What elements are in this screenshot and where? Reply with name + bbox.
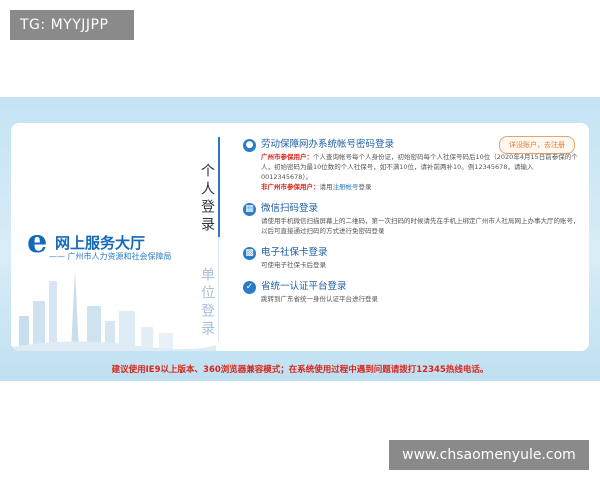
option-desc: 非广州市参保用户：请用注册帐号登录: [261, 182, 583, 192]
desc-label: 非广州市参保用户：: [261, 183, 320, 191]
active-tab-indicator: [218, 137, 220, 237]
card-icon: ▩: [243, 247, 256, 260]
option-province-login[interactable]: ✓ 省统一认证平台登录 跳转到广东省统一身份认证平台进行登录: [243, 280, 583, 304]
option-title[interactable]: 劳动保障网办系统帐号密码登录: [261, 138, 583, 152]
site-logo: e 网上服务大厅 —— 广州市人力资源和社会保障局: [27, 225, 207, 264]
option-ecard-login[interactable]: ▩ 电子社保卡登录 可使电子社保卡后登录: [243, 246, 583, 270]
option-wechat-login[interactable]: ▦ 微信扫码登录 请使用手机微信扫描屏幕上的二维码，第一次扫码的时候请先在手机上…: [243, 202, 583, 236]
telegram-badge: TG: MYYJJPP: [10, 10, 134, 40]
option-title[interactable]: 微信扫码登录: [261, 202, 583, 216]
desc-label: 广州市参保用户：: [261, 153, 313, 161]
login-options: ● 劳动保障网办系统帐号密码登录 广州市参保用户：个人查询帐号每个人身份证，初始…: [243, 138, 583, 304]
option-title[interactable]: 电子社保卡登录: [261, 246, 583, 260]
login-card: e 网上服务大厅 —— 广州市人力资源和社会保障局 个人登录 单位登录 详没账户…: [11, 123, 589, 351]
site-subtitle: —— 广州市人力资源和社会保障局: [49, 252, 172, 261]
register-link[interactable]: 注册帐号: [333, 183, 359, 191]
option-password-login[interactable]: ● 劳动保障网办系统帐号密码登录 广州市参保用户：个人查询帐号每个人身份证，初始…: [243, 138, 583, 192]
qrcode-icon: ▦: [243, 203, 256, 216]
option-desc: 请使用手机微信扫描屏幕上的二维码，第一次扫码的时候请先在手机上绑定广州市人社局网…: [261, 217, 580, 235]
option-desc: 可使电子社保卡后登录: [261, 261, 326, 269]
option-desc: 广州市参保用户：个人查询帐号每个人身份证，初始密码每个人社保号码后10位（202…: [261, 152, 583, 182]
option-title[interactable]: 省统一认证平台登录: [261, 280, 583, 294]
login-banner: e 网上服务大厅 —— 广州市人力资源和社会保障局 个人登录 单位登录 详没账户…: [0, 97, 600, 381]
site-watermark: www.chsaomenyule.com: [389, 440, 589, 470]
option-desc: 跳转到广东省统一身份认证平台进行登录: [261, 295, 378, 303]
tab-personal-login[interactable]: 个人登录: [191, 153, 217, 245]
tab-divider: [218, 237, 219, 341]
tab-unit-login[interactable]: 单位登录: [191, 257, 217, 349]
desc-text: 请用: [319, 183, 333, 191]
city-skyline-illustration: [11, 269, 216, 351]
site-title: 网上服务大厅: [55, 234, 146, 252]
desc-text: 登录: [358, 183, 372, 191]
shield-icon: ✓: [243, 281, 256, 294]
browser-notice: 建议使用IE9以上版本、360浏览器兼容模式；在系统使用过程中遇到问题请拨打12…: [111, 365, 489, 375]
person-icon: ●: [243, 139, 256, 152]
